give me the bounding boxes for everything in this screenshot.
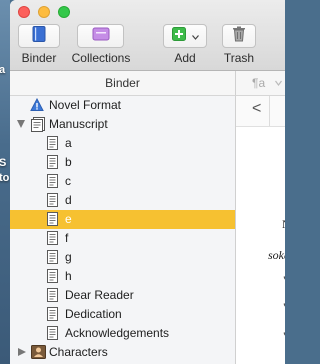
editor-header-bar: < [236, 96, 285, 127]
binder-item-label: Novel Format [49, 98, 122, 112]
binder-item-label: b [65, 155, 72, 169]
binder-item-document[interactable]: h [10, 267, 235, 286]
format-bar: ¶a [236, 71, 285, 96]
binder-item-label: c [65, 174, 71, 188]
chevron-down-icon [191, 27, 199, 45]
desktop-label: S [0, 157, 7, 169]
binder-item-label: d [65, 193, 72, 207]
binder-item-document[interactable]: Dedication [10, 305, 235, 324]
editor-text-line: " [283, 329, 285, 344]
binder-item-document[interactable]: d [10, 191, 235, 210]
disclosure-triangle-icon[interactable] [18, 348, 26, 356]
binder-item-document[interactable]: c [10, 172, 235, 191]
disclosure-triangle-icon[interactable] [17, 120, 25, 128]
add-button[interactable] [163, 24, 207, 48]
editor-text-area[interactable]: N sokaiy " " " [236, 127, 285, 364]
binder-item-label: a [65, 136, 72, 150]
add-icon [171, 26, 186, 46]
binder-item-label: Characters [49, 345, 108, 359]
paragraph-style-menu[interactable]: ¶a [252, 71, 265, 95]
editor-text-line: N [282, 217, 285, 232]
binder-item-document[interactable]: g [10, 248, 235, 267]
binder-item-document[interactable]: a [10, 134, 235, 153]
trash-icon [232, 26, 246, 47]
binder-icon [32, 25, 46, 47]
back-arrow-button[interactable]: < [252, 100, 261, 118]
binder-item-document-selected[interactable]: e [10, 210, 235, 229]
collections-label: Collections [71, 51, 131, 65]
binder-header: Binder [10, 71, 236, 96]
binder-item-document[interactable]: f [10, 229, 235, 248]
binder-outline[interactable]: Novel Format Manuscript a b c d e f g h … [10, 96, 236, 364]
divider [269, 96, 270, 126]
binder-item-label: f [65, 231, 69, 245]
binder-item-label: e [65, 212, 72, 226]
binder-item-document[interactable]: Acknowledgements [10, 324, 235, 343]
binder-item-label: Manuscript [49, 117, 108, 131]
binder-item-document[interactable]: Dear Reader [10, 286, 235, 305]
binder-item-label: Dear Reader [65, 288, 134, 302]
binder-item-manuscript[interactable]: Manuscript [10, 115, 235, 134]
collections-button[interactable] [77, 24, 124, 48]
collections-icon [92, 27, 110, 46]
toolbar: Binder Collections Add Trash [10, 0, 285, 71]
binder-item-characters[interactable]: Characters [10, 343, 235, 362]
editor-text-line: " [283, 273, 285, 288]
binder-toggle-button[interactable] [18, 24, 60, 48]
binder-item-document[interactable]: b [10, 153, 235, 172]
binder-item-novel-format[interactable]: Novel Format [10, 96, 235, 115]
trash-button[interactable] [222, 24, 256, 48]
editor-text-line: sokaiy [268, 248, 285, 262]
close-window-button[interactable] [18, 6, 30, 18]
desktop-label: a [0, 64, 6, 76]
editor-text-line: " [283, 300, 285, 315]
characters-icon [31, 345, 46, 364]
desktop-label: to [0, 172, 10, 184]
desktop-background: a S to [0, 0, 10, 364]
trash-label: Trash [223, 51, 255, 65]
minimize-window-button[interactable] [38, 6, 50, 18]
zoom-window-button[interactable] [58, 6, 70, 18]
scrivener-window: Binder Collections Add Trash Binder Nove… [10, 0, 285, 364]
binder-toggle-label: Binder [21, 51, 57, 65]
binder-item-label: h [65, 269, 72, 283]
add-label: Add [174, 51, 196, 65]
binder-item-label: g [65, 250, 72, 264]
binder-item-label: Dedication [65, 307, 122, 321]
binder-item-label: Acknowledgements [65, 326, 170, 340]
